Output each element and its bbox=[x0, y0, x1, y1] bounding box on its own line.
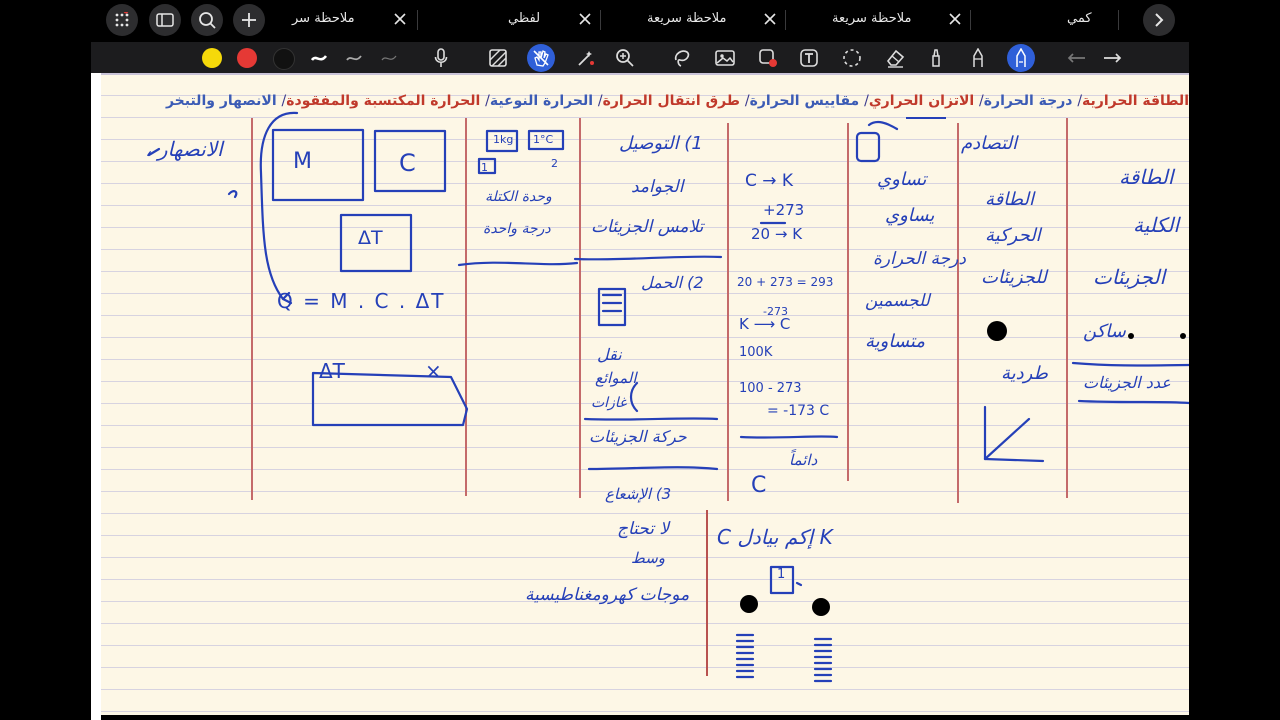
color-swatch-red[interactable] bbox=[237, 48, 257, 68]
stroke-thick-icon bbox=[310, 55, 328, 61]
lasso-button[interactable] bbox=[668, 44, 696, 72]
pen-button[interactable] bbox=[1007, 44, 1035, 72]
tab-separator bbox=[417, 10, 418, 30]
selection-tool-button[interactable] bbox=[838, 44, 866, 72]
tab-separator bbox=[785, 10, 786, 30]
redo-button[interactable] bbox=[1098, 44, 1126, 72]
tab-2[interactable]: لفظي bbox=[420, 0, 595, 40]
chevron-right-icon bbox=[1155, 13, 1164, 27]
tab-title: ملاحظة سريعة bbox=[647, 11, 727, 26]
shape-tool-button[interactable] bbox=[754, 44, 782, 72]
lasso-icon bbox=[674, 50, 690, 67]
hatch-icon bbox=[489, 49, 507, 67]
magic-pen-icon bbox=[578, 51, 594, 66]
sidebar-icon bbox=[156, 13, 174, 27]
pencil-button[interactable] bbox=[964, 44, 992, 72]
undo-icon bbox=[1067, 53, 1085, 63]
tab-title: لفظي bbox=[508, 11, 541, 26]
tab-separator bbox=[600, 10, 601, 30]
tab-separator bbox=[970, 10, 971, 30]
highlighter-button[interactable] bbox=[922, 44, 950, 72]
text-tool-button[interactable] bbox=[795, 44, 823, 72]
stroke-thin-icon bbox=[381, 55, 397, 61]
zoom-icon bbox=[616, 49, 634, 67]
sidebar-toggle-button[interactable] bbox=[149, 4, 181, 36]
redo-icon bbox=[1104, 53, 1122, 63]
undo-button[interactable] bbox=[1063, 44, 1091, 72]
close-icon[interactable] bbox=[578, 12, 594, 28]
microphone-icon bbox=[434, 48, 448, 67]
tab-bar: ملاحظة سر لفظي ملاحظة سريعة ملاحظة سريعة… bbox=[0, 0, 1280, 42]
hatch-tool-button[interactable] bbox=[484, 44, 512, 72]
pen-icon bbox=[1016, 48, 1026, 67]
hand-draw-toggle-button[interactable] bbox=[527, 44, 555, 72]
zoom-button[interactable] bbox=[611, 44, 639, 72]
new-tab-button[interactable] bbox=[233, 4, 265, 36]
image-insert-button[interactable] bbox=[711, 44, 739, 72]
stroke-medium-button[interactable] bbox=[340, 44, 368, 72]
magic-pen-button[interactable] bbox=[571, 44, 599, 72]
close-icon[interactable] bbox=[763, 12, 779, 28]
hand-icon bbox=[533, 50, 549, 67]
stroke-thin-button[interactable] bbox=[375, 44, 403, 72]
tab-1[interactable]: ملاحظة سر bbox=[278, 0, 410, 40]
notebook-page[interactable]: الطاقة الحرارية/ درجة الحرارة/ الاتزان ا… bbox=[101, 73, 1189, 715]
tab-title: ملاحظة سر bbox=[292, 11, 355, 26]
tab-3[interactable]: ملاحظة سريعة bbox=[605, 0, 780, 40]
stroke-medium-icon bbox=[346, 55, 362, 61]
dashed-circle-icon bbox=[843, 49, 861, 67]
pencil-icon bbox=[973, 48, 983, 67]
color-swatch-yellow[interactable] bbox=[202, 48, 222, 68]
tab-separator bbox=[1118, 10, 1119, 30]
eraser-icon bbox=[886, 49, 905, 68]
search-icon bbox=[199, 12, 216, 29]
eraser-button[interactable] bbox=[881, 44, 909, 72]
stroke-thick-button[interactable] bbox=[305, 44, 333, 72]
close-icon[interactable] bbox=[393, 12, 409, 28]
tab-title: كمي bbox=[1067, 11, 1092, 26]
microphone-button[interactable] bbox=[427, 44, 455, 72]
tab-5[interactable]: كمي bbox=[975, 0, 1115, 40]
next-tab-button[interactable] bbox=[1143, 4, 1175, 36]
tab-4[interactable]: ملاحظة سريعة bbox=[790, 0, 965, 40]
color-swatch-black[interactable] bbox=[273, 48, 295, 70]
dots-grid-icon bbox=[115, 12, 129, 27]
grid-menu-button[interactable] bbox=[106, 4, 138, 36]
handwriting-ink-layer bbox=[147, 111, 1189, 683]
annotation-toolbar bbox=[91, 42, 1189, 73]
tab-title: ملاحظة سريعة bbox=[832, 11, 912, 26]
image-icon bbox=[715, 50, 735, 66]
search-button[interactable] bbox=[191, 4, 223, 36]
plus-icon bbox=[242, 13, 256, 27]
highlighter-icon bbox=[932, 49, 940, 67]
text-box-icon bbox=[800, 49, 818, 67]
close-icon[interactable] bbox=[948, 12, 964, 28]
page-edge bbox=[91, 73, 101, 720]
shape-icon bbox=[759, 49, 777, 67]
